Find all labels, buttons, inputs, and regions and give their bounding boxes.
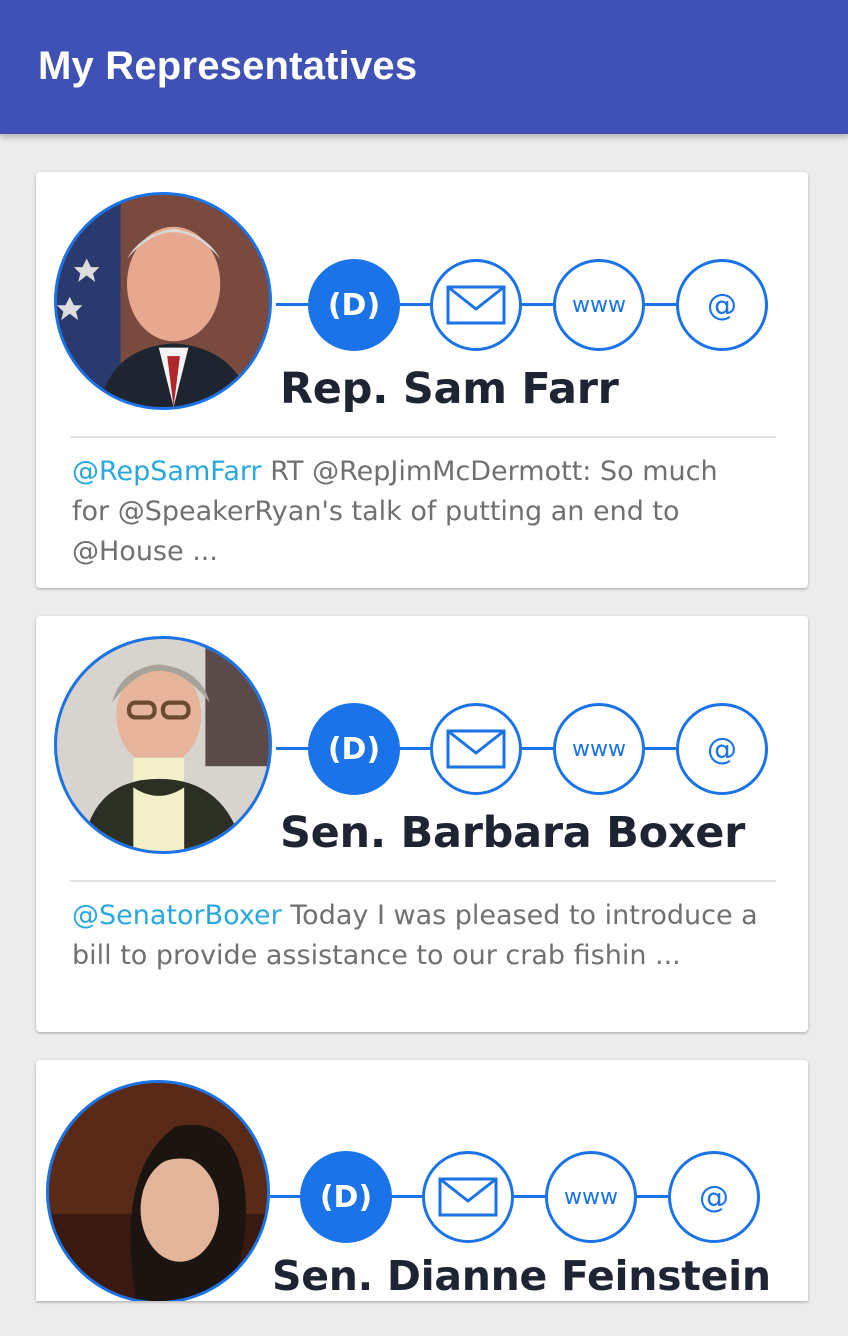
representative-card[interactable]: (D) www @ Rep. Sam Farr @RepSamFarr RT @…: [36, 172, 808, 588]
twitter-handle[interactable]: @SenatorBoxer: [72, 900, 282, 931]
website-icon[interactable]: www: [545, 1151, 637, 1243]
avatar: [54, 192, 272, 410]
avatar: [54, 636, 272, 854]
contact-at-icon[interactable]: @: [668, 1151, 760, 1243]
email-icon[interactable]: [422, 1151, 514, 1243]
representative-card[interactable]: (D) www @ Sen. Barbara Boxer @SenatorBox…: [36, 616, 808, 1032]
divider: [70, 880, 776, 882]
contact-at-icon[interactable]: @: [676, 259, 768, 351]
party-badge[interactable]: (D): [308, 703, 400, 795]
contact-at-icon[interactable]: @: [676, 703, 768, 795]
avatar: [46, 1080, 270, 1301]
latest-tweet[interactable]: @SenatorBoxer Today I was pleased to int…: [72, 896, 762, 976]
representative-name: Sen. Dianne Feinstein: [272, 1252, 771, 1300]
representative-card[interactable]: (D) www @ Sen. Dianne Feinstein: [36, 1060, 808, 1301]
page-title: My Representatives: [38, 44, 418, 88]
party-badge[interactable]: (D): [308, 259, 400, 351]
party-badge[interactable]: (D): [300, 1151, 392, 1243]
divider: [70, 436, 776, 438]
app-bar: My Representatives: [0, 0, 848, 134]
twitter-handle[interactable]: @RepSamFarr: [72, 456, 262, 487]
representative-name: Rep. Sam Farr: [280, 364, 619, 414]
email-icon[interactable]: [430, 259, 522, 351]
representative-name: Sen. Barbara Boxer: [280, 808, 746, 858]
website-icon[interactable]: www: [553, 259, 645, 351]
latest-tweet[interactable]: @RepSamFarr RT @RepJimMcDermott: So much…: [72, 452, 762, 572]
email-icon[interactable]: [430, 703, 522, 795]
website-icon[interactable]: www: [553, 703, 645, 795]
